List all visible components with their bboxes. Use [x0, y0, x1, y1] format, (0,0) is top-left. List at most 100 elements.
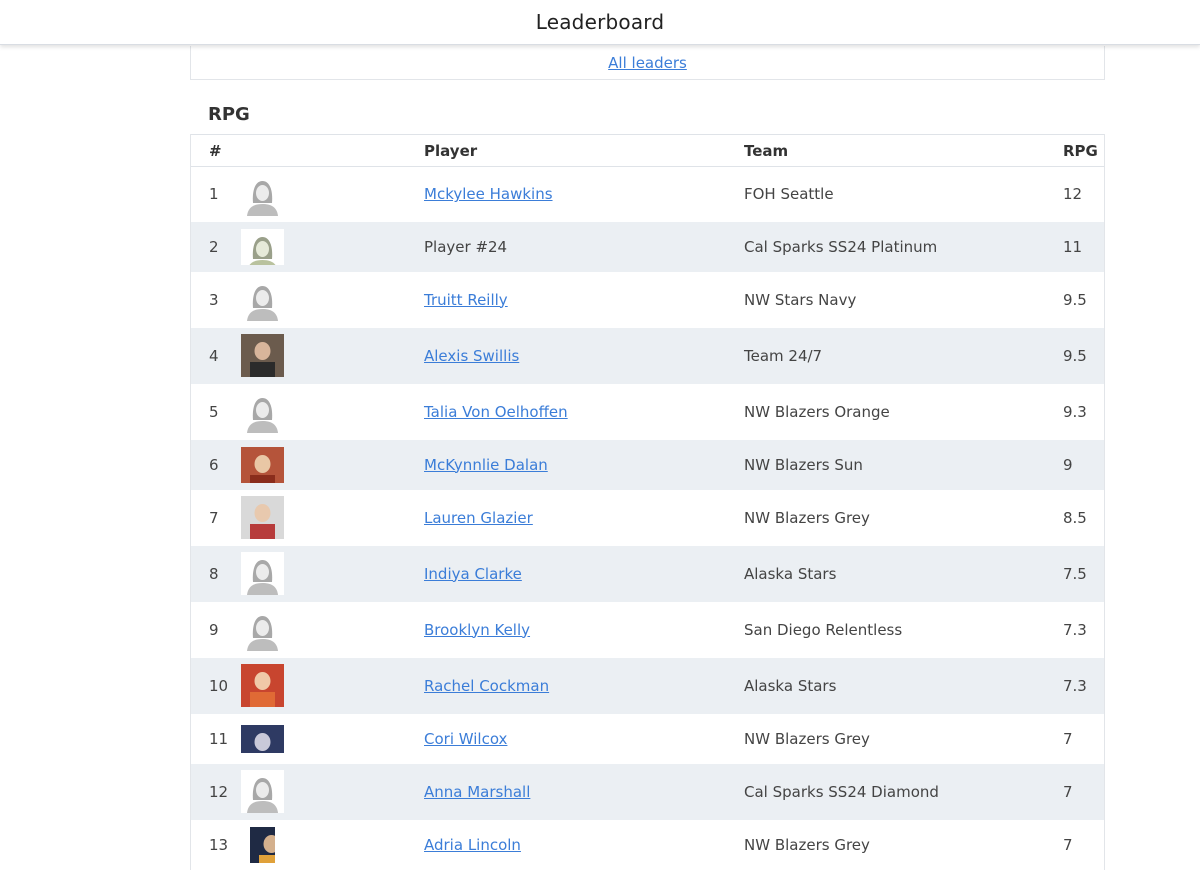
player-cell: Rachel Cockman [424, 658, 744, 714]
rank-cell: 8 [209, 564, 219, 583]
player-cell: Mckylee Hawkins [424, 167, 744, 222]
player-cell: Talia Von Oelhoffen [424, 384, 744, 440]
photo-cell [241, 440, 424, 490]
team-cell: NW Blazers Grey [744, 508, 870, 527]
rpg-cell: 11 [1063, 237, 1083, 256]
player-cell: Anna Marshall [424, 764, 744, 820]
player-cell: Adria Lincoln [424, 820, 744, 870]
player-name-link[interactable]: Mckylee Hawkins [424, 185, 553, 203]
rpg-cell: 7.5 [1063, 564, 1087, 583]
rank-cell: 3 [209, 290, 219, 309]
player-photo [250, 826, 275, 863]
photo-cell [241, 764, 424, 820]
player-cell: Indiya Clarke [424, 546, 744, 602]
photo-cell [241, 222, 424, 272]
avatar-placeholder-icon [241, 552, 284, 595]
rpg-column-header[interactable]: RPG [1063, 135, 1104, 167]
player-cell: Brooklyn Kelly [424, 602, 744, 658]
player-column-header[interactable]: Player [424, 135, 744, 167]
all-leaders-link[interactable]: All leaders [608, 54, 687, 72]
team-cell: FOH Seattle [744, 185, 834, 204]
player-cell: McKynnlie Dalan [424, 440, 744, 490]
team-cell: NW Blazers Sun [744, 455, 863, 474]
photo-cell [241, 714, 424, 764]
player-name-link[interactable]: Anna Marshall [424, 783, 530, 801]
table-row: 5 Talia Von Oelhoffen NW Blazers Orange 9.… [191, 384, 1104, 440]
player-photo [241, 724, 284, 753]
rpg-cell: 7.3 [1063, 620, 1087, 639]
rpg-cell: 7 [1063, 729, 1073, 748]
team-cell: NW Stars Navy [744, 290, 857, 309]
table-row: 11 Cori Wilcox NW Blazers Grey 7 [191, 714, 1104, 764]
table-row: 9 Brooklyn Kelly San Diego Relentless 7.3 [191, 602, 1104, 658]
avatar-placeholder-icon [241, 228, 284, 265]
player-cell: Lauren Glazier [424, 490, 744, 546]
rpg-cell: 9.5 [1063, 290, 1087, 309]
rpg-cell: 9 [1063, 455, 1073, 474]
all-leaders-bar: All leaders [190, 46, 1105, 80]
rank-cell: 1 [209, 185, 219, 204]
player-name-link[interactable]: Adria Lincoln [424, 836, 521, 854]
team-cell: Alaska Stars [744, 676, 837, 695]
table-row: 3 Truitt Reilly NW Stars Navy 9.5 [191, 272, 1104, 328]
avatar-placeholder-icon [241, 278, 284, 321]
rank-cell: 10 [209, 676, 229, 695]
photo-cell [241, 328, 424, 384]
player-photo [241, 446, 284, 483]
player-name-link[interactable]: Truitt Reilly [424, 291, 508, 309]
table-row: 12 Anna Marshall Cal Sparks SS24 Diamond 7 [191, 763, 1104, 820]
team-cell: NW Blazers Orange [744, 402, 890, 421]
player-name-link[interactable]: Rachel Cockman [424, 677, 549, 695]
rank-cell: 6 [209, 455, 219, 474]
rank-cell: 9 [209, 620, 219, 639]
player-photo [241, 664, 284, 707]
leaderboard-table: # Player Team RPG 1 Mckylee Hawkins FOH S… [191, 134, 1104, 870]
player-name-link[interactable]: Brooklyn Kelly [424, 621, 530, 639]
player-photo [241, 334, 284, 377]
rank-cell: 13 [209, 835, 229, 854]
avatar-placeholder-icon [241, 608, 284, 651]
player-name-link[interactable]: Indiya Clarke [424, 565, 522, 583]
rpg-cell: 7 [1063, 782, 1073, 801]
player-name-link[interactable]: Lauren Glazier [424, 509, 533, 527]
rank-cell: 11 [209, 729, 229, 748]
rpg-cell: 8.5 [1063, 508, 1087, 527]
rank-cell: 4 [209, 346, 219, 365]
leaderboard-table-container: # Player Team RPG 1 Mckylee Hawkins FOH S… [190, 134, 1105, 870]
table-row: 10 Rachel Cockman Alaska Stars 7.3 [191, 657, 1104, 714]
table-row: 2 Player #24 Cal Sparks SS24 Platinum 11 [191, 221, 1104, 272]
player-cell: Alexis Swillis [424, 328, 744, 384]
player-name-link[interactable]: McKynnlie Dalan [424, 456, 548, 474]
team-cell: Cal Sparks SS24 Diamond [744, 782, 939, 801]
top-bar: Leaderboard [0, 0, 1200, 45]
player-cell: Player #24 [424, 222, 744, 272]
player-photo [241, 496, 284, 539]
table-body: 1 Mckylee Hawkins FOH Seattle 12 2 Player #… [191, 167, 1104, 870]
team-cell: Alaska Stars [744, 564, 837, 583]
photo-cell [241, 546, 424, 602]
avatar-placeholder-icon [241, 770, 284, 813]
table-row: 6 McKynnlie Dalan NW Blazers Sun 9 [191, 439, 1104, 490]
rank-cell: 12 [209, 782, 229, 801]
table-row: 13 Adria Lincoln NW Blazers Grey 7 [191, 820, 1104, 870]
player-name-link[interactable]: Alexis Swillis [424, 347, 519, 365]
photo-cell [241, 384, 424, 440]
team-cell: Team 24/7 [744, 346, 823, 365]
team-column-header[interactable]: Team [744, 135, 1063, 167]
avatar-placeholder-icon [241, 172, 284, 216]
photo-cell [241, 658, 424, 714]
rank-cell: 5 [209, 402, 219, 421]
table-row: 4 Alexis Swillis Team 24/7 9.5 [191, 327, 1104, 384]
rpg-cell: 7.3 [1063, 676, 1087, 695]
player-name-link[interactable]: Cori Wilcox [424, 730, 507, 748]
page-title: Leaderboard [535, 10, 665, 34]
rpg-cell: 9.3 [1063, 402, 1087, 421]
player-cell: Truitt Reilly [424, 272, 744, 328]
player-cell: Cori Wilcox [424, 714, 744, 764]
rpg-cell: 12 [1063, 185, 1083, 204]
rank-column-header: # [209, 141, 222, 160]
player-name-link[interactable]: Talia Von Oelhoffen [424, 403, 568, 421]
avatar-placeholder-icon [241, 390, 284, 433]
table-row: 8 Indiya Clarke Alaska Stars 7.5 [191, 545, 1104, 602]
rpg-cell: 7 [1063, 835, 1073, 854]
